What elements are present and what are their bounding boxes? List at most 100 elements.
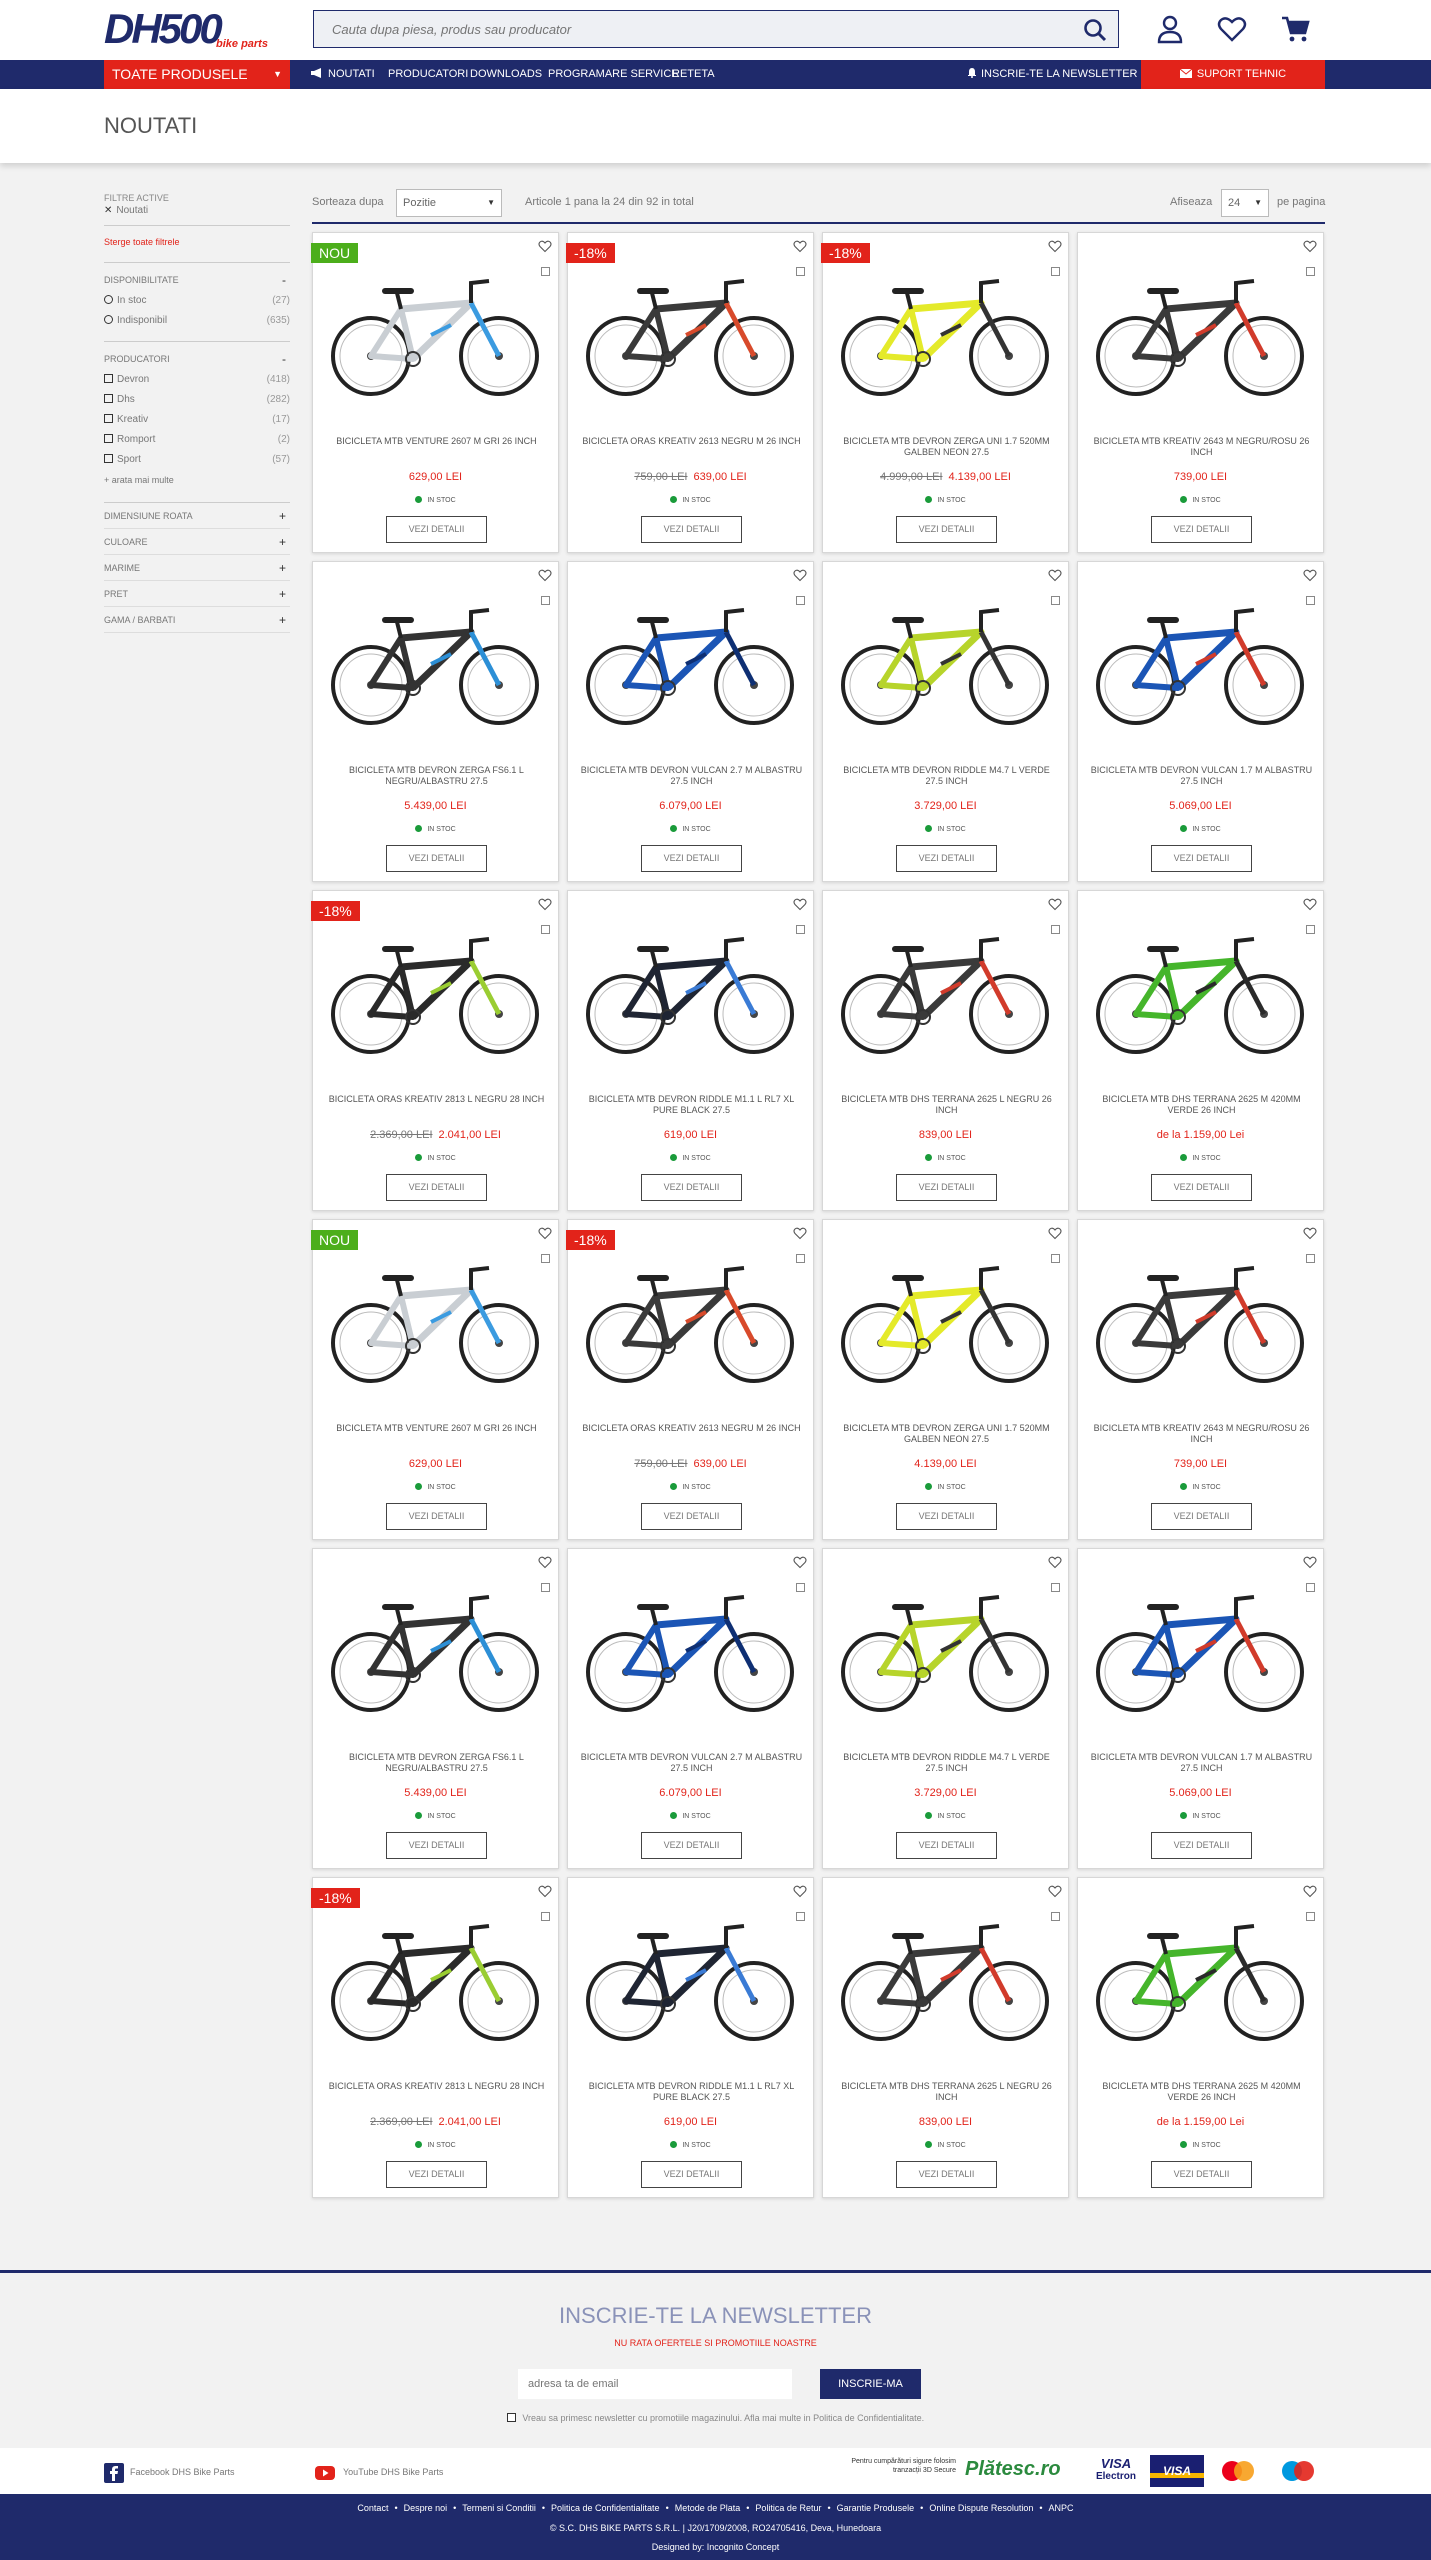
product-name[interactable]: BICICLETA MTB DHS TERRANA 2625 L NEGRU 2… [835,2081,1058,2103]
product-name[interactable]: BICICLETA ORAS KREATIV 2813 L NEGRU 28 I… [325,1094,548,1105]
product-card[interactable]: BICICLETA MTB DHS TERRANA 2625 M 420MM V… [1077,1877,1324,2198]
product-card[interactable]: BICICLETA MTB DEVRON RIDDLE M1.1 L RL7 X… [567,890,814,1211]
filter-option[interactable]: Indisponibil (635) [104,311,290,331]
wishlist-heart-icon[interactable] [1303,1226,1317,1240]
product-name[interactable]: BICICLETA MTB DHS TERRANA 2625 M 420MM V… [1090,2081,1313,2103]
product-name[interactable]: BICICLETA MTB KREATIV 2643 M NEGRU/ROSU … [1090,1423,1313,1445]
compare-checkbox[interactable] [541,1583,550,1592]
all-products-menu[interactable]: Toate produsele ▼ [104,60,290,89]
checkbox-icon[interactable] [104,434,113,443]
wishlist-heart-icon[interactable] [538,1226,552,1240]
footer-link[interactable]: Garantie Produsele [837,2503,915,2513]
wishlist-heart-icon[interactable] [1048,239,1062,253]
product-card[interactable]: BICICLETA MTB DEVRON RIDDLE M4.7 L VERDE… [822,1548,1069,1869]
wishlist-heart-icon[interactable] [1303,239,1317,253]
product-name[interactable]: BICICLETA MTB DEVRON VULCAN 2.7 M ALBAST… [580,1752,803,1774]
filter-section-header[interactable]: Dimensiune roata + [104,503,290,529]
wishlist-heart-icon[interactable] [1048,1555,1062,1569]
product-name[interactable]: BICICLETA MTB DEVRON ZERGA UNI 1.7 520MM… [835,1423,1058,1445]
view-details-button[interactable]: Vezi detalii [641,1174,742,1201]
view-details-button[interactable]: Vezi detalii [1151,1832,1252,1859]
footer-link[interactable]: Termeni si Conditii [462,2503,536,2513]
view-details-button[interactable]: Vezi detalii [386,2161,487,2188]
compare-checkbox[interactable] [1306,267,1315,276]
footer-link[interactable]: Metode de Plata [675,2503,741,2513]
radio-icon[interactable] [104,315,113,324]
product-card[interactable]: -18% BICICLETA ORAS KREATIV 2613 NEGRU M … [566,1219,814,1540]
checkbox-icon[interactable] [104,394,113,403]
newsletter-email-input[interactable] [518,2369,792,2399]
footer-link[interactable]: Online Dispute Resolution [929,2503,1033,2513]
radio-icon[interactable] [104,295,113,304]
view-details-button[interactable]: Vezi detalii [641,2161,742,2188]
view-details-button[interactable]: Vezi detalii [386,1832,487,1859]
wishlist-heart-icon[interactable] [1303,568,1317,582]
view-details-button[interactable]: Vezi detalii [641,1503,742,1530]
view-details-button[interactable]: Vezi detalii [1151,1503,1252,1530]
filter-option[interactable]: Devron (418) [104,370,290,390]
view-details-button[interactable]: Vezi detalii [896,1503,997,1530]
compare-checkbox[interactable] [796,925,805,934]
wishlist-heart-icon[interactable] [1048,568,1062,582]
wishlist-heart-icon[interactable] [793,1555,807,1569]
compare-checkbox[interactable] [1306,1912,1315,1921]
wishlist-heart-icon[interactable] [1048,1884,1062,1898]
view-details-button[interactable]: Vezi detalii [896,1832,997,1859]
compare-checkbox[interactable] [1306,925,1315,934]
view-details-button[interactable]: Vezi detalii [1151,516,1252,543]
wishlist-heart-icon[interactable] [793,897,807,911]
footer-link[interactable]: ANPC [1049,2503,1074,2513]
filter-option[interactable]: Kreativ (17) [104,410,290,430]
nav-link-reteta[interactable]: Reteta [672,60,715,89]
compare-checkbox[interactable] [1306,596,1315,605]
compare-checkbox[interactable] [1051,1254,1060,1263]
wishlist-heart-icon[interactable] [1048,897,1062,911]
newsletter-submit-button[interactable]: Inscrie-ma [820,2369,921,2399]
product-name[interactable]: BICICLETA MTB DEVRON VULCAN 1.7 M ALBAST… [1090,765,1313,787]
wishlist-heart-icon[interactable] [793,568,807,582]
view-details-button[interactable]: Vezi detalii [386,516,487,543]
view-details-button[interactable]: Vezi detalii [1151,1174,1252,1201]
compare-checkbox[interactable] [541,925,550,934]
wishlist-heart-icon[interactable] [538,897,552,911]
search-button[interactable] [1082,17,1108,43]
filter-option[interactable]: Dhs (282) [104,390,290,410]
product-name[interactable]: BICICLETA MTB DEVRON RIDDLE M1.1 L RL7 X… [580,1094,803,1116]
filter-section-header[interactable]: Gama / Barbati + [104,607,290,633]
consent-checkbox[interactable] [506,2413,516,2422]
compare-checkbox[interactable] [541,596,550,605]
footer-link[interactable]: Despre noi [404,2503,448,2513]
product-card[interactable]: BICICLETA MTB DHS TERRANA 2625 L NEGRU 2… [822,890,1069,1211]
wishlist-heart-icon[interactable] [538,239,552,253]
product-card[interactable]: BICICLETA MTB DEVRON ZERGA UNI 1.7 520MM… [822,1219,1069,1540]
compare-checkbox[interactable] [541,1912,550,1921]
compare-checkbox[interactable] [1051,267,1060,276]
facebook-link[interactable]: Facebook DHS Bike Parts [104,2461,235,2483]
product-name[interactable]: BICICLETA MTB DEVRON RIDDLE M4.7 L VERDE… [835,1752,1058,1774]
product-name[interactable]: BICICLETA MTB VENTURE 2607 M GRI 26 INCH [325,1423,548,1434]
view-details-button[interactable]: Vezi detalii [1151,845,1252,872]
wishlist-heart-icon[interactable] [1303,1555,1317,1569]
product-card[interactable]: BICICLETA MTB DHS TERRANA 2625 L NEGRU 2… [822,1877,1069,2198]
wishlist-heart-icon[interactable] [793,1226,807,1240]
product-name[interactable]: BICICLETA MTB DEVRON ZERGA FS6.1 L NEGRU… [325,1752,548,1774]
product-card[interactable]: BICICLETA MTB DEVRON VULCAN 2.7 M ALBAST… [567,561,814,882]
product-name[interactable]: BICICLETA MTB DEVRON VULCAN 1.7 M ALBAST… [1090,1752,1313,1774]
filter-option[interactable]: Sport (57) [104,450,290,470]
nav-link-producatori[interactable]: Producatori [388,60,468,89]
youtube-link[interactable]: YouTube DHS Bike Parts [313,2461,443,2483]
compare-checkbox[interactable] [1306,1583,1315,1592]
compare-checkbox[interactable] [541,1254,550,1263]
checkbox-icon[interactable] [104,454,113,463]
view-details-button[interactable]: Vezi detalii [641,845,742,872]
product-name[interactable]: BICICLETA MTB VENTURE 2607 M GRI 26 INCH [325,436,548,447]
product-name[interactable]: BICICLETA MTB DEVRON RIDDLE M4.7 L VERDE… [835,765,1058,787]
product-card[interactable]: NOU BICICLETA MTB VENTURE 2607 M GRI 26 I… [311,232,559,553]
product-card[interactable]: -18% BICICLETA ORAS KREATIV 2813 L NEGRU … [311,1877,559,2198]
filter-producers-header[interactable]: Producatori - [104,348,290,370]
support-button[interactable]: Suport tehnic [1141,60,1325,89]
view-details-button[interactable]: Vezi detalii [896,516,997,543]
compare-checkbox[interactable] [1306,1254,1315,1263]
view-details-button[interactable]: Vezi detalii [1151,2161,1252,2188]
product-name[interactable]: BICICLETA MTB DHS TERRANA 2625 M 420MM V… [1090,1094,1313,1116]
